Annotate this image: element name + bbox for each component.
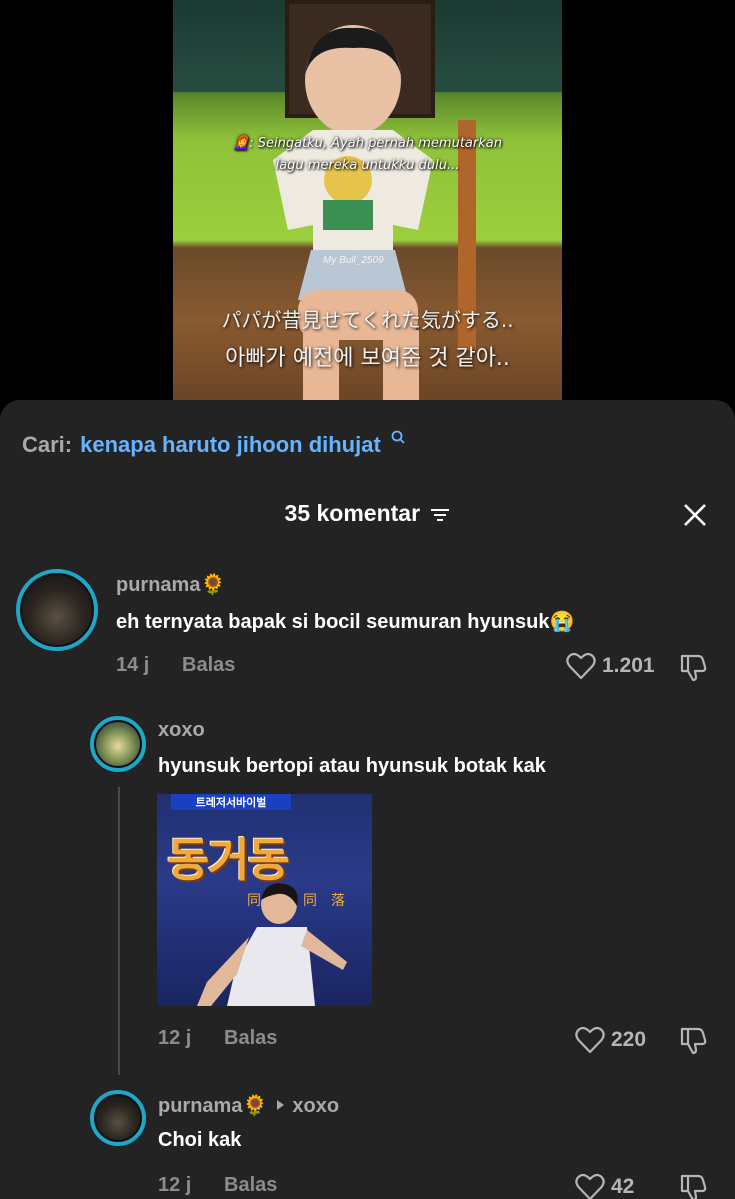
like-button[interactable]: 42 [575,1173,634,1199]
dislike-icon[interactable] [678,1172,708,1199]
video-caption-line2: lagu mereka untukku dulu... [275,158,460,173]
gif-title: 동거동 [167,833,290,887]
video-caption-japanese: パパが昔見せてくれた気がする.. [221,308,514,332]
search-label: Cari: [22,432,73,457]
like-count: 220 [611,1028,647,1051]
comment-text: hyunsuk bertopi atau hyunsuk botak kak [158,755,546,777]
comment-count-header[interactable]: 35 komentar [0,500,735,527]
dislike-icon[interactable] [678,1025,708,1055]
reply-button[interactable]: Balas [224,1174,277,1197]
heart-icon [575,1173,605,1199]
thread-line [118,787,120,1075]
emoji-person-icon: 👩‍🦰 [233,136,250,151]
heart-icon [566,652,596,680]
video-caption-korean: 아빠가 예전에 보여준 것 같아.. [225,346,510,371]
reply-to-username[interactable]: xoxo [292,1095,339,1117]
heart-icon [575,1026,605,1054]
reply-arrow-icon [277,1100,285,1110]
close-icon[interactable] [682,502,708,528]
comment-username-row: purnama🌻 xoxo [158,1093,339,1118]
comment-time: 12 j [158,1027,192,1049]
like-count: 42 [611,1175,635,1198]
comment-text: eh ternyata bapak si bocil seumuran hyun… [116,611,575,633]
dislike-icon[interactable] [678,652,708,682]
filter-icon[interactable] [430,507,450,523]
search-icon [391,430,405,444]
gif-banner: 트레저서바이벌 [171,794,291,810]
comment-gif[interactable]: 트레저서바이벌 동거동 同居同落 [157,794,372,1006]
comment-username[interactable]: xoxo [158,719,205,742]
video-watermark: My Bull_2509 [323,255,384,266]
comment-username[interactable]: purnama🌻 [158,1095,267,1117]
reply-button[interactable]: Balas [182,654,235,677]
comment-sheet: Cari: kenapa haruto jihoon dihujat 35 ko… [0,400,735,1199]
comment-count: 35 komentar [284,500,421,526]
video-frame[interactable]: 👩‍🦰: Seingatku, Ayah pernah memutarkan l… [173,0,562,400]
avatar[interactable] [90,716,146,772]
comment-username[interactable]: purnama🌻 [116,572,225,597]
like-button[interactable]: 220 [575,1026,646,1054]
gif-person-image [197,883,347,1006]
avatar[interactable] [90,1090,146,1146]
avatar[interactable] [16,569,98,651]
comment-text: Choi kak [158,1129,242,1151]
video-player[interactable]: 👩‍🦰: Seingatku, Ayah pernah memutarkan l… [0,0,735,400]
reply-button[interactable]: Balas [224,1027,277,1050]
comment-time: 14 j [116,654,150,676]
video-caption-line1: : Seingatku, Ayah pernah memutarkan [249,136,502,151]
like-button[interactable]: 1.201 [566,652,655,680]
search-term-link[interactable]: kenapa haruto jihoon dihujat [80,432,381,458]
like-count: 1.201 [602,654,655,677]
comment-time: 12 j [158,1174,192,1196]
search-suggestion[interactable]: Cari: kenapa haruto jihoon dihujat [22,430,405,458]
